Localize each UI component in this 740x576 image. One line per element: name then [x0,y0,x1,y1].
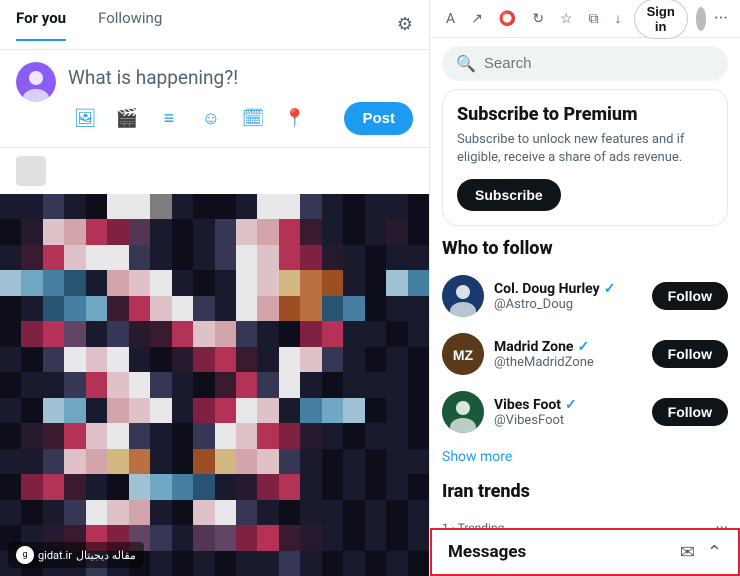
follow-info-dh: Col. Doug Hurley ✓ @Astro_Doug [494,281,642,312]
follow-info-vf: Vibes Foot ✓ @VibesFoot [494,397,642,428]
messages-bar[interactable]: Messages ✉ ⌃ [430,528,740,576]
trends-section: Iran trends 1 · Trending ··· vdsl 2,662 … [442,481,728,528]
premium-description: Subscribe to unlock new features and if … [457,131,713,167]
copy-icon[interactable]: ⧉ [585,7,603,31]
follow-name-dh: Col. Doug Hurley ✓ [494,281,642,297]
compose-placeholder[interactable]: What is happening?! [68,62,413,89]
expand-icon[interactable]: ⌃ [707,542,722,563]
watermark-logo: g [16,546,34,564]
list-icon[interactable]: ≡ [152,101,186,135]
follow-button-vf[interactable]: Follow [652,398,728,426]
premium-title: Subscribe to Premium [457,104,713,125]
follow-handle-mz: @theMadridZone [494,355,642,370]
who-to-follow-title: Who to follow [442,238,728,259]
follow-handle-vf: @VibesFoot [494,413,642,428]
more-options-icon[interactable]: ··· [714,8,728,29]
font-size-icon[interactable]: A [442,7,459,31]
trends-section-title: Iran trends [442,481,728,502]
watermark-subtext: مقاله دیجیتال [76,549,136,562]
svg-text:MZ: MZ [453,347,474,363]
toolbar-avatar[interactable] [696,7,706,31]
verified-badge-dh: ✓ [604,281,616,297]
image-icon[interactable]: 🖼 [68,101,102,135]
trend-meta-1: 1 · Trending [442,521,504,528]
follow-item: Vibes Foot ✓ @VibesFoot Follow [442,383,728,441]
premium-box: Subscribe to Premium Subscribe to unlock… [442,89,728,226]
verified-badge-mz: ✓ [578,339,590,355]
follow-name-vf: Vibes Foot ✓ [494,397,642,413]
compose-area: What is happening?! 🖼 🎬 ≡ ☺ 🗓 📍 Post [0,50,429,148]
trend-item: 1 · Trending ··· vdsl 2,662 posts [442,510,728,528]
follow-info-mz: Madrid Zone ✓ @theMadridZone [494,339,642,370]
tab-for-you[interactable]: For you [16,9,66,41]
tabs-bar: For you Following ⚙ [0,0,429,50]
location-icon[interactable]: 📍 [278,101,312,135]
refresh-icon[interactable]: ↻ [528,7,548,31]
search-box[interactable]: 🔍 [442,46,728,81]
messages-icons: ✉ ⌃ [680,542,722,563]
schedule-icon[interactable]: 🗓 [236,101,270,135]
feed-image: g gidat.ir مقاله دیجیتال [0,194,429,576]
download-icon[interactable]: ↓ [611,6,626,31]
show-more-link[interactable]: Show more [442,441,728,473]
trend-more-icon-1[interactable]: ··· [715,518,728,528]
who-to-follow-section: Who to follow Col. Doug Hurley ✓ @Astro_… [442,238,728,473]
follow-avatar-dh [442,275,484,317]
follow-button-dh[interactable]: Follow [652,282,728,310]
search-icon: 🔍 [456,54,476,73]
right-panel: A ↗ ⭕ ↻ ☆ ⧉ ↓ Sign in ··· 🔍 Subscribe to… [430,0,740,576]
compose-toolbar: 🖼 🎬 ≡ ☺ 🗓 📍 Post [68,101,413,135]
follow-avatar-mz: MZ [442,333,484,375]
verified-badge-vf: ✓ [565,397,577,413]
right-content: Subscribe to Premium Subscribe to unlock… [430,89,740,528]
watermark: g gidat.ir مقاله دیجیتال [8,542,144,568]
post-button[interactable]: Post [344,102,413,135]
messages-label: Messages [448,542,526,562]
share-icon[interactable]: ↗ [467,7,487,31]
gif-icon[interactable]: 🎬 [110,101,144,135]
subscribe-button[interactable]: Subscribe [457,179,561,211]
follow-handle-dh: @Astro_Doug [494,297,642,312]
follow-name-mz: Madrid Zone ✓ [494,339,642,355]
placeholder-square [16,156,46,186]
follow-item: Col. Doug Hurley ✓ @Astro_Doug Follow [442,267,728,325]
settings-icon[interactable]: ⚙ [397,14,413,35]
follow-item: MZ Madrid Zone ✓ @theMadridZone Follow [442,325,728,383]
pixelated-content [0,194,429,576]
top-toolbar: A ↗ ⭕ ↻ ☆ ⧉ ↓ Sign in ··· [430,0,740,38]
circle-icon[interactable]: ⭕ [495,7,520,31]
compose-message-icon[interactable]: ✉ [680,542,695,563]
user-avatar [16,62,56,102]
left-panel: For you Following ⚙ What is happening?! … [0,0,430,576]
search-input[interactable] [484,55,714,72]
follow-button-mz[interactable]: Follow [652,340,728,368]
tab-following[interactable]: Following [98,9,162,41]
star-icon[interactable]: ☆ [556,7,577,31]
follow-avatar-vf [442,391,484,433]
sign-in-button[interactable]: Sign in [634,0,688,39]
emoji-icon[interactable]: ☺ [194,101,228,135]
watermark-text: gidat.ir [38,549,72,562]
